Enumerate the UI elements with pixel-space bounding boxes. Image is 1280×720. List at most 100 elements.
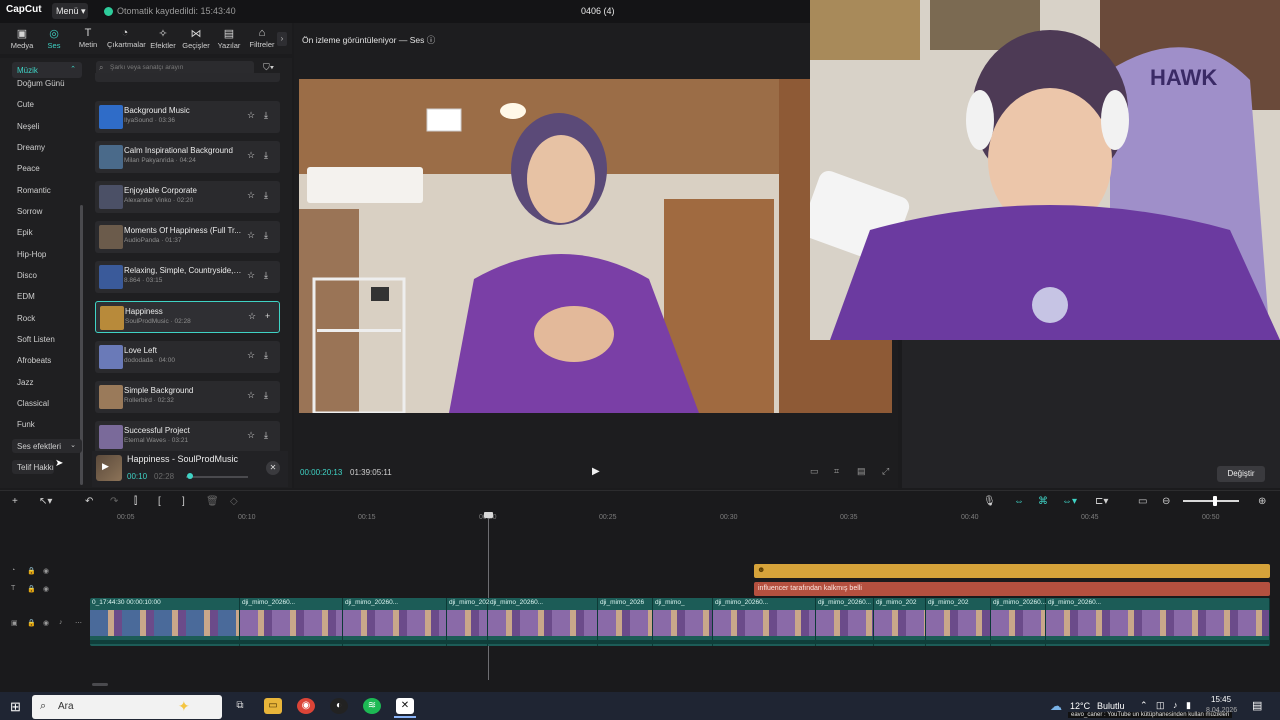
playhead-handle[interactable] <box>484 512 493 518</box>
track-item[interactable]: Moments Of Happiness (Full Tr... AudioPan… <box>95 221 280 253</box>
system-tray-icons[interactable]: ⌃ ◫ ♪ ▮ <box>1140 700 1194 711</box>
task-view-icon[interactable]: ⧉ <box>231 698 249 714</box>
timeline-scrollbar[interactable] <box>92 683 108 686</box>
video-clip[interactable]: 0_17:44:30 00:00:10:00 <box>90 598 240 646</box>
category-item[interactable]: Soft Listen <box>17 335 55 344</box>
category-item[interactable]: Disco <box>17 271 37 280</box>
text-clip[interactable]: influencer tarafından kalkmış belli <box>754 582 1270 596</box>
video-clip[interactable]: dji_mimo_20260... <box>991 598 1046 646</box>
category-item[interactable]: Hip-Hop <box>17 250 46 259</box>
close-icon[interactable]: ✕ <box>266 461 280 475</box>
category-item[interactable]: EDM <box>17 292 35 301</box>
category-music[interactable]: Müzik ⌃ <box>12 62 82 78</box>
replace-button[interactable]: Değiştir <box>1217 466 1265 482</box>
file-explorer-icon[interactable]: ▭ <box>264 698 282 714</box>
playhead[interactable] <box>488 512 489 680</box>
eye-icon[interactable]: ◉ <box>43 619 49 627</box>
category-item[interactable]: Afrobeats <box>17 356 51 365</box>
category-item[interactable]: Doğum Günü <box>17 79 65 88</box>
lock-icon[interactable]: 🔒 <box>27 619 36 627</box>
magnet-icon[interactable]: ⇔ <box>1014 496 1024 507</box>
track-item[interactable]: Successful Project Eternal Waves · 03:21 ☆… <box>95 421 280 453</box>
category-item[interactable]: Jazz <box>17 378 33 387</box>
eye-icon[interactable]: ◉ <box>43 567 49 575</box>
track-item[interactable]: Background Music IlyaSound · 03:36 ☆ ⤓ <box>95 101 280 133</box>
now-playing-progress[interactable] <box>186 476 248 478</box>
tabs-next-icon[interactable]: › <box>277 32 287 46</box>
fullscreen-icon[interactable]: ⤢ <box>882 466 889 477</box>
track-item[interactable]: Relaxing, Simple, Countryside, ... 8.864 … <box>95 261 280 293</box>
track-item[interactable]: Simple Background Rollerbird · 02:32 ☆ ⤓ <box>95 381 280 413</box>
video-clip[interactable]: dji_mimo_20260... <box>488 598 598 646</box>
weather-icon[interactable]: ☁ <box>1050 699 1062 713</box>
category-item[interactable]: Rock <box>17 314 35 323</box>
delete-icon[interactable]: 🗑 <box>206 496 219 507</box>
video-clip[interactable]: dji_mimo_ <box>653 598 713 646</box>
video-clip[interactable]: dji_mimo_2026 <box>598 598 653 646</box>
download-icon[interactable]: ⤓ <box>264 390 268 401</box>
preview-play-button[interactable]: ▶ <box>592 466 600 477</box>
download-icon[interactable]: ⤓ <box>264 190 268 201</box>
microphone-icon[interactable]: 🎙 <box>983 496 996 507</box>
favorite-icon[interactable]: ☆ <box>247 190 255 201</box>
undo-icon[interactable]: ↶ <box>85 496 93 507</box>
sticker-clip[interactable] <box>754 564 1270 578</box>
split-right-icon[interactable]: ] <box>182 496 185 507</box>
snap-icon[interactable]: ⇔▾ <box>1062 496 1077 507</box>
add-icon[interactable]: + <box>265 311 270 321</box>
favorite-icon[interactable]: ☆ <box>247 430 255 441</box>
category-item[interactable]: Epik <box>17 228 33 237</box>
filter-icon[interactable]: ⛉▾ <box>263 62 274 73</box>
category-sound-effects[interactable]: Ses efektleri ⌄ <box>12 439 82 453</box>
category-copyright[interactable]: Telif Hakkı <box>12 460 54 474</box>
category-item[interactable]: Dreamy <box>17 143 45 152</box>
favorite-icon[interactable]: ☆ <box>247 390 255 401</box>
tab-metin[interactable]: T Metin <box>70 27 106 49</box>
tab-filtreler[interactable]: ⌂ Filtreler <box>244 27 280 49</box>
tab-yazilar[interactable]: ▤ Yazılar <box>211 27 247 50</box>
play-icon[interactable]: ▶ <box>102 461 109 472</box>
windows-start-icon[interactable]: ⊞ <box>10 699 21 715</box>
video-clip[interactable]: dji_mimo_202 <box>926 598 991 646</box>
tab-gecisler[interactable]: ⋈ Geçişler <box>178 27 214 50</box>
zoom-knob[interactable] <box>1213 496 1217 506</box>
category-item[interactable]: Funk <box>17 420 35 429</box>
eye-icon[interactable]: ◉ <box>43 585 49 593</box>
taskbar-search-input[interactable]: Ara <box>32 695 222 719</box>
zoom-in-icon[interactable]: ⊕ <box>1258 496 1266 507</box>
link-icon[interactable]: ⌘ <box>1038 496 1048 507</box>
shield-icon[interactable]: ◇ <box>230 496 238 507</box>
video-clip[interactable]: dji_mimo_20260... <box>343 598 447 646</box>
track-item[interactable]: Happiness SoulProdMusic · 02:28 ☆ + <box>95 301 280 333</box>
aspect-ratio-icon[interactable]: ▭ <box>810 466 819 477</box>
favorite-icon[interactable]: ☆ <box>247 230 255 241</box>
category-item[interactable]: Romantic <box>17 186 51 195</box>
favorite-icon[interactable]: ☆ <box>247 270 255 281</box>
video-clip[interactable]: dji_mimo_202 <box>447 598 489 646</box>
capcut-taskbar-icon[interactable]: ✕ <box>396 698 414 714</box>
obs-icon[interactable]: ◐ <box>330 698 348 714</box>
notification-icon[interactable]: ▤ <box>1252 699 1262 712</box>
lock-icon[interactable]: 🔒 <box>27 585 36 593</box>
video-clip[interactable]: dji_mimo_20260... <box>816 598 874 646</box>
chrome-icon[interactable]: ◉ <box>297 698 315 714</box>
category-item[interactable]: Peace <box>17 164 40 173</box>
favorite-icon[interactable]: ☆ <box>247 110 255 121</box>
tab-medya[interactable]: ▣ Medya <box>4 27 40 50</box>
select-tool-icon[interactable]: ↖▾ <box>39 496 52 507</box>
video-clip[interactable]: dji_mimo_20260... <box>713 598 816 646</box>
volume-icon[interactable]: ♪ <box>59 619 63 626</box>
caption-icon[interactable]: ▭ <box>1138 496 1147 507</box>
favorite-icon[interactable]: ☆ <box>248 311 256 322</box>
spotify-icon[interactable]: ≋ <box>363 698 381 714</box>
zoom-slider[interactable] <box>1183 500 1239 502</box>
more-icon[interactable]: ⋯ <box>75 619 82 627</box>
tab-ses[interactable]: ◎ Ses <box>36 27 72 50</box>
download-icon[interactable]: ⤓ <box>264 270 268 281</box>
menu-button[interactable]: Menü ▾ <box>52 3 88 19</box>
redo-icon[interactable]: ↷ <box>110 496 118 507</box>
category-item[interactable]: Sorrow <box>17 207 42 216</box>
category-item[interactable]: Cute <box>17 100 34 109</box>
download-icon[interactable]: ⤓ <box>264 230 268 241</box>
split-icon[interactable]: ⫿ <box>134 496 137 507</box>
